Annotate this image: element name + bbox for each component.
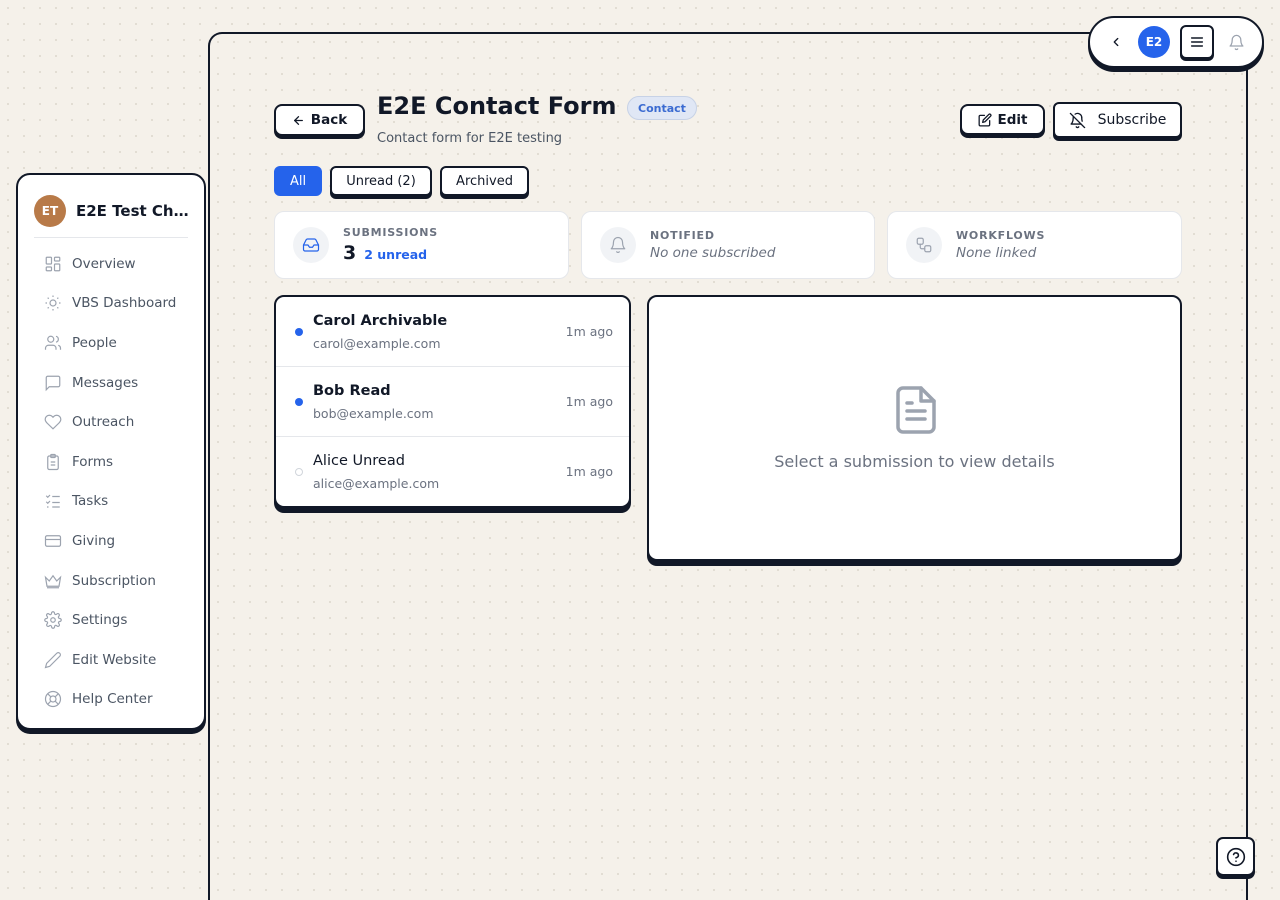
clipboard-icon [47,453,59,470]
stat-card-submissions: SUBMISSIONS 3 2 unread [274,211,569,279]
tab-unread[interactable]: Unread (2) [330,166,432,196]
sidebar-item-vbs-dashboard[interactable]: VBS Dashboard [34,284,188,324]
sidebar-item-giving[interactable]: Giving [34,521,188,561]
submission-row[interactable]: Bob Read bob@example.com 1m ago [276,367,629,437]
menu-button[interactable] [1180,25,1214,59]
crown-icon [44,574,62,588]
unread-count[interactable]: 2 unread [364,247,427,262]
submission-name: Bob Read [313,383,391,399]
stat-label: NOTIFIED [650,229,715,242]
sidebar-item-label: VBS Dashboard [72,295,177,312]
lifebuoy-icon [44,691,62,708]
collapse-chevron-icon[interactable] [1104,30,1128,54]
form-type-badge: Contact [627,96,697,120]
document-icon [896,386,936,434]
unread-dot [295,398,303,406]
submission-time: 1m ago [565,394,613,409]
submission-email: carol@example.com [313,336,441,351]
workflow-icon [906,227,942,263]
org-name: E2E Test Ch… [76,202,188,220]
sidebar-item-label: Messages [72,374,139,391]
submission-detail-panel: Select a submission to view details [647,295,1182,561]
arrow-left-icon [293,115,303,125]
stat-label: WORKFLOWS [956,229,1046,242]
message-icon [45,375,61,391]
tab-archived[interactable]: Archived [440,166,529,196]
workflows-value: None linked [956,245,1037,261]
sidebar-item-label: Subscription [72,572,156,589]
sidebar-item-overview[interactable]: Overview [34,244,188,284]
sidebar-item-label: Outreach [72,414,135,431]
sidebar-item-settings[interactable]: Settings [34,600,188,640]
sidebar-item-messages[interactable]: Messages [34,363,188,403]
sidebar: ET E2E Test Ch… Overview VBS Dashboard P… [16,173,206,730]
sidebar-item-label: Edit Website [72,651,157,668]
submission-row[interactable]: Carol Archivable carol@example.com 1m ag… [276,297,629,367]
sidebar-item-label: Forms [72,453,114,470]
unread-dot [295,328,303,336]
top-toolbar: E2 [1088,16,1264,68]
sidebar-item-people[interactable]: People [34,323,188,363]
heart-icon [44,414,62,430]
gear-icon [44,611,62,629]
sun-icon [45,295,61,311]
page-title: E2E Contact Form [377,92,617,120]
notifications-bell-icon[interactable] [1224,30,1248,54]
stat-card-workflows: WORKFLOWS None linked [887,211,1182,279]
submission-name: Alice Unread [313,453,405,469]
submission-name: Carol Archivable [313,313,448,329]
pencil-icon [44,651,61,669]
back-button[interactable]: Back [274,104,365,136]
submissions-count: 3 [343,242,357,264]
sidebar-item-help-center[interactable]: Help Center [34,680,188,720]
submission-row[interactable]: Alice Unread alice@example.com 1m ago [276,437,629,506]
hamburger-icon [1190,37,1204,47]
edit-icon [978,112,992,126]
submission-email: bob@example.com [313,406,434,421]
sidebar-item-forms[interactable]: Forms [34,442,188,482]
submission-time: 1m ago [565,464,613,479]
submission-time: 1m ago [565,324,613,339]
page-description: Contact form for E2E testing [377,131,563,146]
org-switcher[interactable]: ET E2E Test Ch… [34,195,188,238]
empty-state-text: Select a submission to view details [774,452,1055,471]
subscribe-button-label: Subscribe [1097,112,1167,128]
notified-value: No one subscribed [650,245,776,261]
grid-icon [45,256,61,272]
sidebar-item-label: Overview [72,255,136,272]
sidebar-item-subscription[interactable]: Subscription [34,561,188,601]
sidebar-item-label: People [72,334,117,351]
back-button-label: Back [310,112,348,128]
edit-button-label: Edit [997,111,1028,128]
bell-icon [600,227,636,263]
submission-email: alice@example.com [313,476,440,491]
inbox-icon [293,227,329,263]
sidebar-item-label: Tasks [72,493,109,510]
user-avatar[interactable]: E2 [1138,26,1170,58]
credit-card-icon [44,535,62,547]
tab-all[interactable]: All [274,166,322,196]
read-dot [295,468,303,476]
sidebar-item-label: Help Center [72,691,153,708]
submissions-list: Carol Archivable carol@example.com 1m ag… [274,295,631,508]
sidebar-item-outreach[interactable]: Outreach [34,402,188,442]
org-avatar: ET [34,195,66,227]
help-button[interactable] [1216,837,1255,876]
stat-label: SUBMISSIONS [343,226,439,239]
subscribe-button[interactable]: Subscribe [1053,102,1182,138]
sidebar-item-label: Settings [72,612,128,629]
sidebar-item-label: Giving [72,532,116,549]
users-icon [44,335,62,350]
stat-card-notified: NOTIFIED No one subscribed [581,211,875,279]
help-circle-icon [1226,847,1245,866]
bell-off-icon [1069,112,1085,128]
sidebar-item-tasks[interactable]: Tasks [34,482,188,522]
checklist-icon [45,494,60,508]
sidebar-item-edit-website[interactable]: Edit Website [34,640,188,680]
edit-button[interactable]: Edit [960,104,1045,135]
